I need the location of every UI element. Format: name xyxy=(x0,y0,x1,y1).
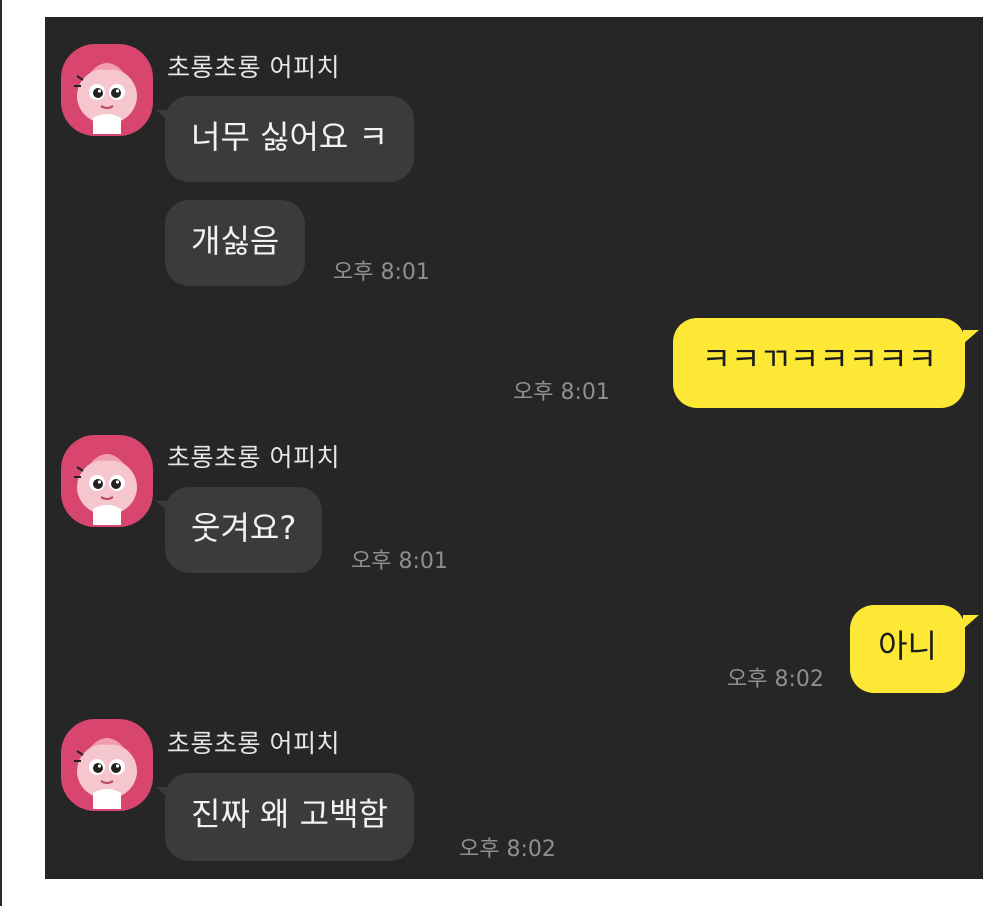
sender-name: 초롱초롱 어피치 xyxy=(167,729,340,758)
message-bubble-outgoing[interactable]: ㅋㅋㄲㅋㅋㅋㅋㅋ xyxy=(673,318,965,408)
apeach-character-icon xyxy=(74,738,137,809)
message-timestamp: 오후 8:02 xyxy=(727,667,824,692)
message-bubble-outgoing[interactable]: 아니 xyxy=(850,605,965,693)
message-text: 너무 싫어요 ㅋ xyxy=(191,118,388,156)
message-text: 아니 xyxy=(878,627,937,665)
chat-view[interactable]: 초롱초롱 어피치 너무 싫어요 ㅋ 개싫음 오후 8:01 ㅋㅋㄲㅋㅋㅋㅋㅋ 오… xyxy=(45,17,983,879)
left-border xyxy=(0,0,2,906)
message-text: 개싫음 xyxy=(191,222,280,260)
sender-avatar[interactable] xyxy=(61,435,153,527)
message-bubble-incoming[interactable]: 진짜 왜 고백함 xyxy=(165,773,414,861)
sender-avatar[interactable] xyxy=(61,719,153,811)
apeach-character-icon xyxy=(74,454,137,525)
sender-avatar[interactable] xyxy=(61,44,153,136)
message-timestamp: 오후 8:02 xyxy=(459,837,556,862)
message-bubble-incoming[interactable]: 개싫음 xyxy=(165,200,306,286)
message-timestamp: 오후 8:01 xyxy=(333,260,430,285)
sender-name: 초롱초롱 어피치 xyxy=(167,443,340,472)
message-text: 웃겨요? xyxy=(191,509,297,547)
message-bubble-incoming[interactable]: 웃겨요? xyxy=(165,487,323,573)
apeach-character-icon xyxy=(74,63,137,134)
bubble-tail xyxy=(963,615,979,629)
message-timestamp: 오후 8:01 xyxy=(513,380,610,405)
screenshot-frame: 초롱초롱 어피치 너무 싫어요 ㅋ 개싫음 오후 8:01 ㅋㅋㄲㅋㅋㅋㅋㅋ 오… xyxy=(0,0,1000,906)
message-bubble-incoming[interactable]: 너무 싫어요 ㅋ xyxy=(165,96,414,182)
message-timestamp: 오후 8:01 xyxy=(351,549,448,574)
message-text: 진짜 왜 고백함 xyxy=(191,795,388,833)
message-text: ㅋㅋㄲㅋㅋㅋㅋㅋ xyxy=(701,340,937,378)
sender-name: 초롱초롱 어피치 xyxy=(167,53,340,82)
bubble-tail xyxy=(963,330,979,344)
